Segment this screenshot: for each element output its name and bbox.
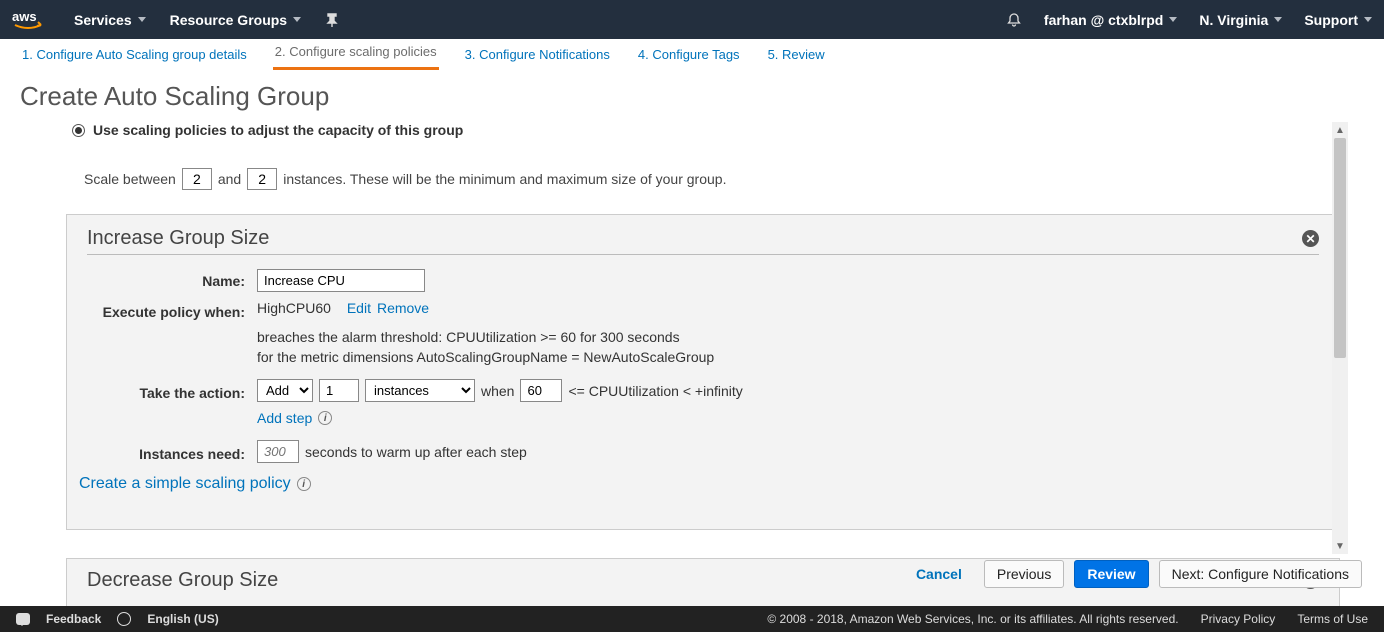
inst-need-label: Instances need: <box>87 442 245 462</box>
scroll-up-icon[interactable]: ▲ <box>1332 122 1348 138</box>
action-qty-input[interactable] <box>319 379 359 402</box>
radio-label: Use scaling policies to adjust the capac… <box>93 122 463 138</box>
next-button[interactable]: Next: Configure Notifications <box>1159 560 1362 588</box>
previous-button[interactable]: Previous <box>984 560 1064 588</box>
scale-min-input[interactable] <box>182 168 212 190</box>
scale-mid: and <box>218 171 241 187</box>
scroll-down-icon[interactable]: ▼ <box>1332 538 1348 554</box>
action-label: Take the action: <box>87 381 245 401</box>
caret-down-icon <box>1364 17 1372 22</box>
alarm-desc-1: breaches the alarm threshold: CPUUtiliza… <box>257 328 1319 348</box>
increase-title: Increase Group Size <box>87 227 1302 250</box>
wizard-step-3[interactable]: 3. Configure Notifications <box>463 40 612 70</box>
language-select[interactable]: English (US) <box>147 612 218 626</box>
nav-user-label: farhan @ ctxblrpd <box>1044 12 1163 28</box>
feedback-icon[interactable] <box>16 613 30 625</box>
nav-services-label: Services <box>74 12 132 28</box>
caret-down-icon <box>293 17 301 22</box>
bell-icon[interactable] <box>1006 12 1022 28</box>
svg-text:aws: aws <box>12 9 37 24</box>
warmup-input[interactable] <box>257 440 299 463</box>
name-label: Name: <box>87 269 245 289</box>
nav-region-label: N. Virginia <box>1199 12 1268 28</box>
globe-icon[interactable] <box>117 612 131 626</box>
scale-post: instances. These will be the minimum and… <box>283 171 726 187</box>
scale-max-input[interactable] <box>247 168 277 190</box>
info-icon[interactable]: i <box>318 411 332 425</box>
add-step-link[interactable]: Add step <box>257 410 312 426</box>
nav-region[interactable]: N. Virginia <box>1199 12 1282 28</box>
nav-resource-groups[interactable]: Resource Groups <box>170 12 301 28</box>
increase-group-size-box: Increase Group Size ✕ Name: Execute poli… <box>66 214 1340 530</box>
wizard-step-1[interactable]: 1. Configure Auto Scaling group details <box>20 40 249 70</box>
nav-support-label: Support <box>1304 12 1358 28</box>
alarm-desc-2: for the metric dimensions AutoScalingGro… <box>257 348 1319 368</box>
pin-icon[interactable] <box>325 13 339 27</box>
caret-down-icon <box>1274 17 1282 22</box>
nav-services[interactable]: Services <box>74 12 146 28</box>
action-bar: Cancel Previous Review Next: Configure N… <box>0 556 1384 591</box>
scale-between-row: Scale between and instances. These will … <box>84 168 1348 190</box>
create-simple-policy-link[interactable]: Create a simple scaling policy <box>79 475 291 493</box>
when-label: when <box>481 383 514 399</box>
edit-alarm-link[interactable]: Edit <box>347 300 371 316</box>
wizard-step-2[interactable]: 2. Configure scaling policies <box>273 37 439 70</box>
policy-name-input[interactable] <box>257 269 425 292</box>
cond-tail: <= CPUUtilization < +infinity <box>568 383 742 399</box>
privacy-link[interactable]: Privacy Policy <box>1201 612 1276 626</box>
terms-link[interactable]: Terms of Use <box>1297 612 1368 626</box>
threshold-input[interactable] <box>520 379 562 402</box>
cancel-button[interactable]: Cancel <box>904 560 974 588</box>
wizard-tabs: 1. Configure Auto Scaling group details … <box>0 39 1384 71</box>
caret-down-icon <box>1169 17 1177 22</box>
footer: Feedback English (US) © 2008 - 2018, Ama… <box>0 606 1384 632</box>
alarm-name: HighCPU60 <box>257 300 331 316</box>
nav-user[interactable]: farhan @ ctxblrpd <box>1044 12 1177 28</box>
remove-alarm-link[interactable]: Remove <box>377 300 429 316</box>
review-button[interactable]: Review <box>1074 560 1148 588</box>
wizard-step-5[interactable]: 5. Review <box>766 40 827 70</box>
aws-logo[interactable]: aws <box>12 9 56 31</box>
scale-pre: Scale between <box>84 171 176 187</box>
action-unit-select[interactable]: instances <box>365 379 475 402</box>
wizard-step-4[interactable]: 4. Configure Tags <box>636 40 742 70</box>
radio-use-scaling-policies[interactable]: Use scaling policies to adjust the capac… <box>72 122 1348 138</box>
feedback-link[interactable]: Feedback <box>46 612 101 626</box>
nav-support[interactable]: Support <box>1304 12 1372 28</box>
action-op-select[interactable]: Add <box>257 379 313 402</box>
info-icon[interactable]: i <box>297 477 311 491</box>
radio-dot-icon <box>72 124 85 137</box>
scroll-thumb[interactable] <box>1334 138 1346 358</box>
page-title: Create Auto Scaling Group <box>20 81 1364 112</box>
vertical-scrollbar[interactable]: ▲ ▼ <box>1332 122 1348 554</box>
copyright: © 2008 - 2018, Amazon Web Services, Inc.… <box>767 612 1178 626</box>
exec-label: Execute policy when: <box>87 300 245 320</box>
warmup-tail: seconds to warm up after each step <box>305 444 527 460</box>
caret-down-icon <box>138 17 146 22</box>
close-icon[interactable]: ✕ <box>1302 230 1319 247</box>
nav-resource-groups-label: Resource Groups <box>170 12 287 28</box>
top-nav: aws Services Resource Groups farhan @ ct… <box>0 0 1384 39</box>
